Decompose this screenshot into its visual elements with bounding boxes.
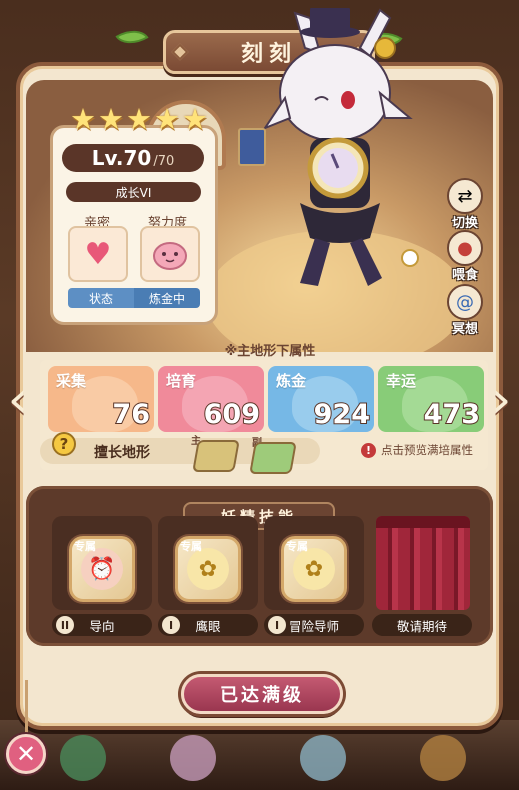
- gem-icon: [171, 43, 189, 61]
- attribute-gather: 采集 76: [48, 366, 154, 432]
- switch-button[interactable]: ⇄ 切换: [440, 178, 490, 231]
- rope-decoration: [25, 680, 28, 736]
- switch-icon: ⇄: [447, 178, 483, 214]
- roster-avatar: [170, 735, 216, 781]
- star-icon: ★: [126, 102, 152, 136]
- prev-fairy-arrow[interactable]: ‹: [2, 374, 34, 427]
- attribute-name: 培育: [166, 372, 197, 390]
- attribute-value: 473: [423, 398, 481, 431]
- feed-button[interactable]: ● 喂食: [440, 230, 490, 283]
- meditate-label: 冥想: [451, 322, 478, 337]
- exclusive-tag: 专属: [74, 540, 96, 553]
- attribute-alchemy: 炼金 924: [268, 366, 374, 432]
- effort-box[interactable]: [140, 226, 200, 282]
- growth-label: 成长VI: [66, 182, 201, 202]
- attribute-value: 609: [203, 398, 261, 431]
- skill-rank: II: [56, 616, 74, 634]
- book-icon[interactable]: [238, 128, 266, 166]
- bee-icon: ✿: [187, 548, 229, 590]
- main-terrain-icon[interactable]: [192, 440, 240, 472]
- attribute-value: 76: [111, 398, 151, 431]
- skill-name: 敬请期待: [372, 614, 472, 636]
- help-icon[interactable]: ?: [52, 432, 76, 456]
- level-max: /70: [153, 154, 175, 169]
- star-icon: ★: [70, 102, 96, 136]
- roster-avatar: [300, 735, 346, 781]
- heart-icon: ♥: [84, 236, 112, 272]
- status-value: 炼金中: [134, 288, 200, 308]
- attribute-luck: 幸运 473: [378, 366, 484, 432]
- intimacy-box[interactable]: ♥: [68, 226, 128, 282]
- attribute-name: 采集: [56, 372, 87, 390]
- attribute-title: ※主地形下属性: [224, 344, 316, 359]
- meditate-button[interactable]: @ 冥想: [440, 284, 490, 337]
- roster-avatar: [420, 735, 466, 781]
- star-rating: ★ ★ ★ ★ ★: [70, 105, 208, 134]
- status-label: 状态: [68, 288, 134, 308]
- close-button[interactable]: ✕: [6, 734, 46, 774]
- character-sprite[interactable]: [240, 8, 440, 308]
- terrain-label: 擅长地形: [94, 445, 150, 461]
- meditate-icon: @: [447, 284, 483, 320]
- attribute-value: 924: [313, 398, 371, 431]
- level-bar: Lv.70 /70: [62, 144, 204, 172]
- skill-rank: I: [268, 616, 286, 634]
- preview-hint[interactable]: 点击预览满培属性: [361, 442, 473, 458]
- blob-face-icon: [153, 242, 187, 270]
- max-level-button[interactable]: 已达满级: [181, 674, 343, 714]
- sub-terrain-icon[interactable]: [249, 442, 297, 474]
- roster-avatar: [60, 735, 106, 781]
- star-icon: ★: [98, 102, 124, 136]
- level-value: Lv.70: [91, 146, 152, 170]
- skill-rank: I: [162, 616, 180, 634]
- alarm-clock-icon: ⏰: [81, 548, 123, 590]
- close-icon: ✕: [15, 740, 37, 768]
- next-fairy-arrow[interactable]: ›: [485, 374, 517, 427]
- switch-label: 切换: [451, 216, 478, 231]
- bee-icon: ✿: [293, 548, 335, 590]
- attribute-name: 幸运: [386, 372, 417, 390]
- feed-label: 喂食: [451, 268, 478, 283]
- attribute-name: 炼金: [276, 372, 307, 390]
- exclusive-tag: 专属: [286, 540, 308, 553]
- meat-icon: ●: [447, 230, 483, 266]
- curtain-rod: [376, 516, 470, 528]
- attribute-nurture: 培育 609: [158, 366, 264, 432]
- star-icon: ★: [182, 102, 208, 136]
- curtain-icon: [376, 516, 470, 610]
- exclusive-tag: 专属: [180, 540, 202, 553]
- star-icon: ★: [154, 102, 180, 136]
